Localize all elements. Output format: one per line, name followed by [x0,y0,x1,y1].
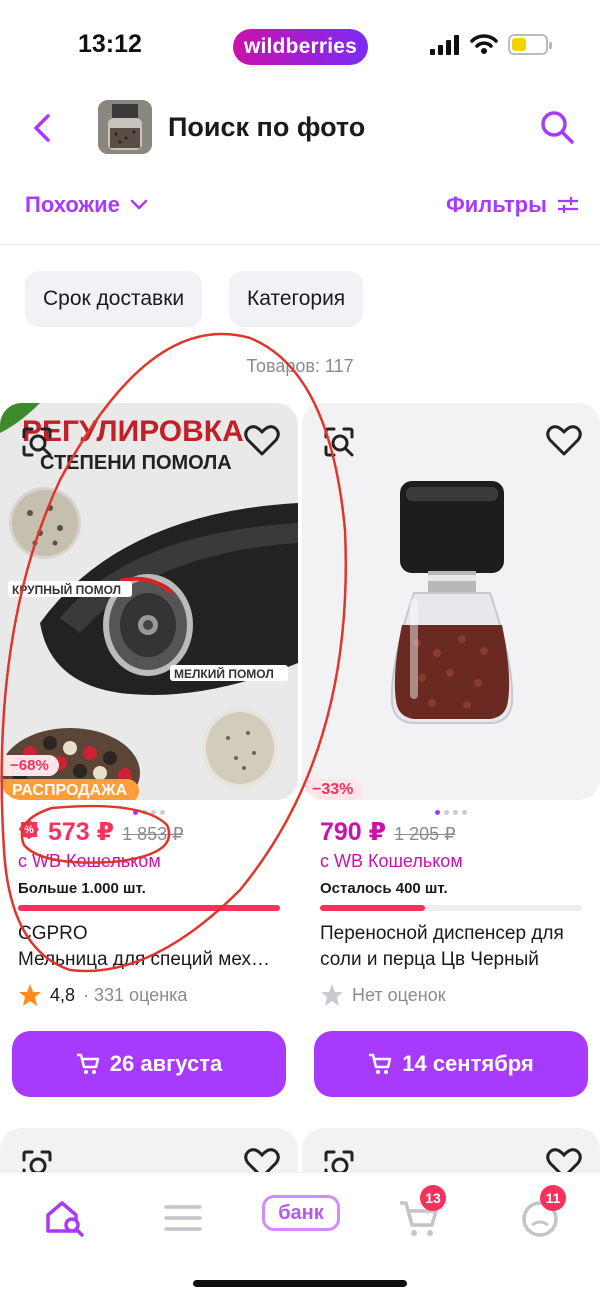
results-count: Товаров: 117 [246,356,354,376]
star-icon [321,984,343,1006]
sliders-icon [557,197,578,213]
sort-label: Похожие [25,192,120,217]
product-image[interactable]: РЕГУЛИРОВКА СТЕПЕНИ ПОМОЛА КРУПНЫЙ ПОМОЛ… [0,403,298,800]
filters-button[interactable]: Фильтры [446,192,579,218]
discount-badge: −33% [302,779,364,800]
brand-logo: wildberries [233,29,368,65]
stock-bar [320,905,582,911]
cart-icon [76,1053,100,1074]
image-caption-2: СТЕПЕНИ ПОМОЛА [40,452,232,474]
image-caption-4: МЕЛКИЙ ПОМОЛ [174,666,274,681]
add-to-cart-button[interactable]: 26 августа [12,1031,286,1097]
find-similar-icon[interactable] [20,425,54,459]
product-brand: CGPRO [18,923,88,944]
product-image[interactable]: −33% [302,403,600,800]
filters-label: Фильтры [446,192,547,217]
old-price: 1 853 ₽ [122,824,184,844]
price-row: 790 ₽ 1 205 ₽ [320,817,456,847]
chip-category[interactable]: Категория [229,271,364,327]
sale-tag-icon: % [19,819,39,839]
sale-badge: РАСПРОДАЖА [0,779,140,800]
rating-row: 4,8 · 331 оценка [18,983,187,1007]
cart-icon [369,1053,392,1074]
search-icon[interactable] [538,108,576,146]
image-caption-3: КРУПНЫЙ ПОМОЛ [12,582,121,597]
profile-count-badge: 11 [540,1185,566,1211]
sort-dropdown[interactable]: Похожие [25,192,148,218]
chip-delivery-time[interactable]: Срок доставки [25,271,203,327]
signal-icon [430,35,460,55]
reviews-count: · 331 оценка [83,984,188,1005]
search-photo-thumbnail[interactable] [98,100,152,154]
back-icon[interactable] [28,110,58,146]
home-search-icon[interactable] [42,1193,92,1243]
add-to-cart-button[interactable]: 14 сентября [314,1031,588,1097]
header-divider [0,244,600,245]
delivery-date: 26 августа [109,1051,223,1076]
heart-icon[interactable] [244,425,280,457]
stock-text: Осталось 400 шт. [320,880,448,897]
discount-badge: −68% [0,755,59,776]
wallet-note: с WB Кошельком [320,851,463,871]
clock: 13:12 [78,30,142,58]
cart-count-badge: 13 [420,1185,446,1211]
heart-icon[interactable] [546,425,582,457]
wallet-note: с WB Кошельком [18,851,161,871]
wifi-icon [470,34,498,54]
stock-bar [18,905,280,911]
product-name: Мельница для специй мех… [18,949,270,970]
chevron-down-icon [130,199,148,210]
product-name: Переносной диспенсер для соли и перца Цв… [320,923,564,970]
image-caption-1: РЕГУЛИРОВКА [22,415,244,448]
rating-value: 4,8 [50,984,76,1005]
delivery-date: 14 сентября [402,1051,534,1076]
star-icon [19,984,41,1006]
rating-empty-text: Нет оценок [352,984,446,1005]
bank-tab[interactable]: банк [262,1195,340,1231]
current-price: 790 ₽ [320,818,387,846]
stock-text: Больше 1.000 шт. [18,880,146,897]
svg-text:%: % [24,824,34,836]
stock-bar-fill [320,905,425,911]
status-bar: 13:12 wildberries [0,0,600,90]
battery-icon [508,34,552,55]
find-similar-icon[interactable] [322,425,356,459]
stock-bar-fill [18,905,280,911]
price-row: % 573 ₽ 1 853 ₽ [18,817,184,847]
rating-row: Нет оценок [320,983,446,1007]
menu-icon[interactable] [158,1193,208,1243]
old-price: 1 205 ₽ [394,824,456,844]
current-price: 573 ₽ [48,818,115,846]
page-title: Поиск по фото [168,112,366,142]
home-indicator [193,1280,407,1287]
